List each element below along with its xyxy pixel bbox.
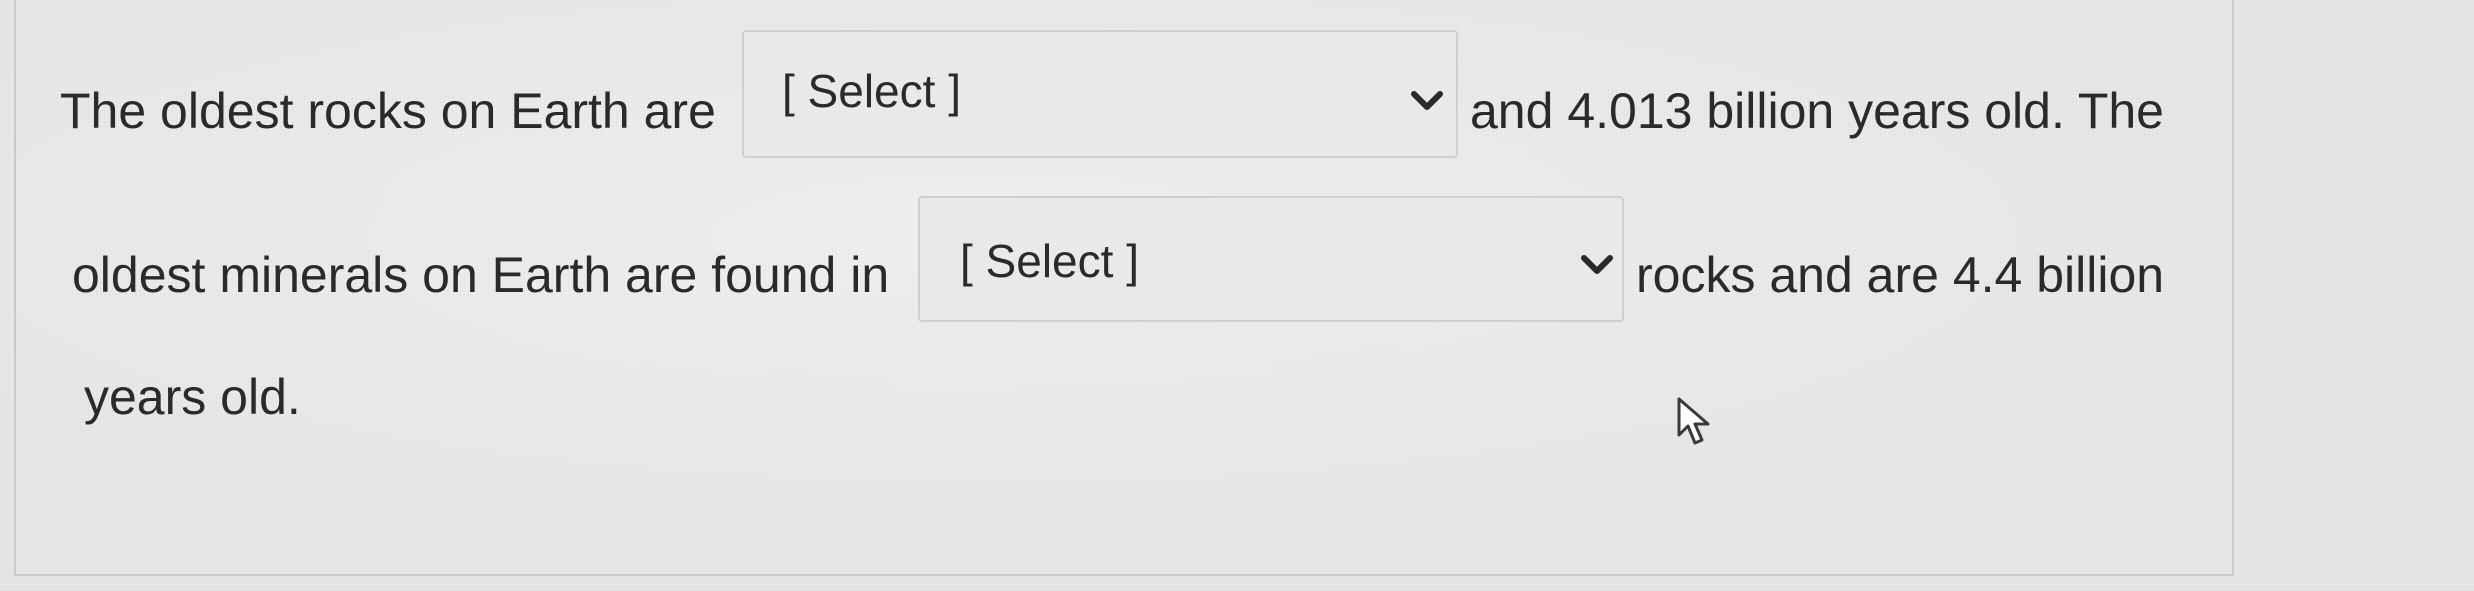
mouse-cursor-icon [1677, 397, 1710, 445]
question-text-line2-start: oldest minerals on Earth are found in [72, 247, 890, 303]
dropdown-selected-value: [ Select ] [960, 235, 1139, 287]
oldest-minerals-dropdown[interactable]: [ Select ] [918, 196, 1624, 322]
chevron-down-icon [1411, 91, 1443, 110]
oldest-rocks-dropdown[interactable]: [ Select ] [742, 30, 1458, 158]
chevron-down-icon [1581, 255, 1613, 274]
question-text-line3: years old. [84, 369, 301, 425]
question-text-line2-end: rocks and are 4.4 billion [1636, 247, 2165, 303]
question-text-line1-end: and 4.013 billion years old. The [1470, 83, 2164, 139]
question-text-line1-start: The oldest rocks on Earth are [60, 83, 716, 139]
dropdown-selected-value: [ Select ] [782, 65, 961, 117]
